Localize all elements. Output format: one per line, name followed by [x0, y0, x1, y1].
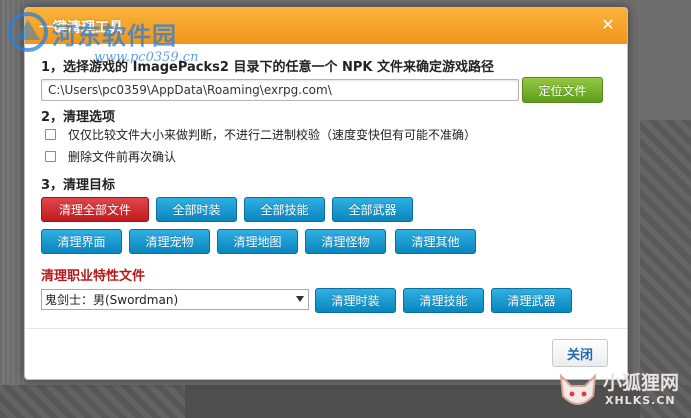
all-costumes-button[interactable]: 全部时装: [156, 197, 237, 222]
background-right-panel: [640, 120, 691, 418]
clean-all-files-button[interactable]: 清理全部文件: [41, 197, 149, 222]
dialog-title: 一键清理工具: [39, 20, 123, 36]
game-path-input[interactable]: [41, 79, 519, 101]
job-files-heading: 清理职业特性文件: [41, 269, 146, 284]
all-weapons-button[interactable]: 全部武器: [332, 197, 413, 222]
job-select[interactable]: 鬼剑士：男(Swordman): [41, 289, 309, 310]
clean-maps-button[interactable]: 清理地图: [217, 229, 298, 254]
clean-dialog: 一键清理工具 ✕ 1，选择游戏的 ImagePacks2 目录下的任意一个 NP…: [24, 7, 628, 380]
size-compare-checkbox[interactable]: [45, 128, 56, 140]
job-clean-skills-button[interactable]: 清理技能: [403, 288, 484, 313]
clean-pets-button[interactable]: 清理宠物: [129, 229, 210, 254]
job-clean-weapons-button[interactable]: 清理武器: [491, 288, 572, 313]
footer-divider: [25, 328, 627, 329]
section-2-label: 2，清理选项: [41, 110, 116, 125]
section-1-label: 1，选择游戏的 ImagePacks2 目录下的任意一个 NPK 文件来确定游戏…: [41, 60, 494, 75]
clean-interface-button[interactable]: 清理界面: [41, 229, 122, 254]
size-compare-label: 仅仅比较文件大小来做判断，不进行二进制校验（速度变快但有可能不准确）: [68, 127, 477, 142]
locate-file-button[interactable]: 定位文件: [522, 77, 603, 103]
option-size-compare[interactable]: 仅仅比较文件大小来做判断，不进行二进制校验（速度变快但有可能不准确）: [45, 126, 476, 142]
chevron-down-icon: [296, 296, 304, 302]
job-clean-costumes-button[interactable]: 清理时装: [315, 288, 396, 313]
all-skills-button[interactable]: 全部技能: [244, 197, 325, 222]
clean-others-button[interactable]: 清理其他: [395, 229, 476, 254]
close-icon[interactable]: ✕: [599, 16, 617, 34]
option-confirm-delete[interactable]: 删除文件前再次确认: [45, 148, 176, 164]
job-select-value: 鬼剑士：男(Swordman): [45, 293, 179, 307]
confirm-delete-label: 删除文件前再次确认: [68, 149, 177, 164]
dialog-header: 一键清理工具 ✕: [25, 8, 627, 44]
confirm-delete-checkbox[interactable]: [45, 150, 56, 162]
clean-monsters-button[interactable]: 清理怪物: [305, 229, 386, 254]
section-3-label: 3，清理目标: [41, 178, 116, 193]
close-button[interactable]: 关闭: [552, 339, 608, 367]
background-left-strip: [0, 0, 24, 418]
background-bottom-shadow: [185, 385, 640, 418]
